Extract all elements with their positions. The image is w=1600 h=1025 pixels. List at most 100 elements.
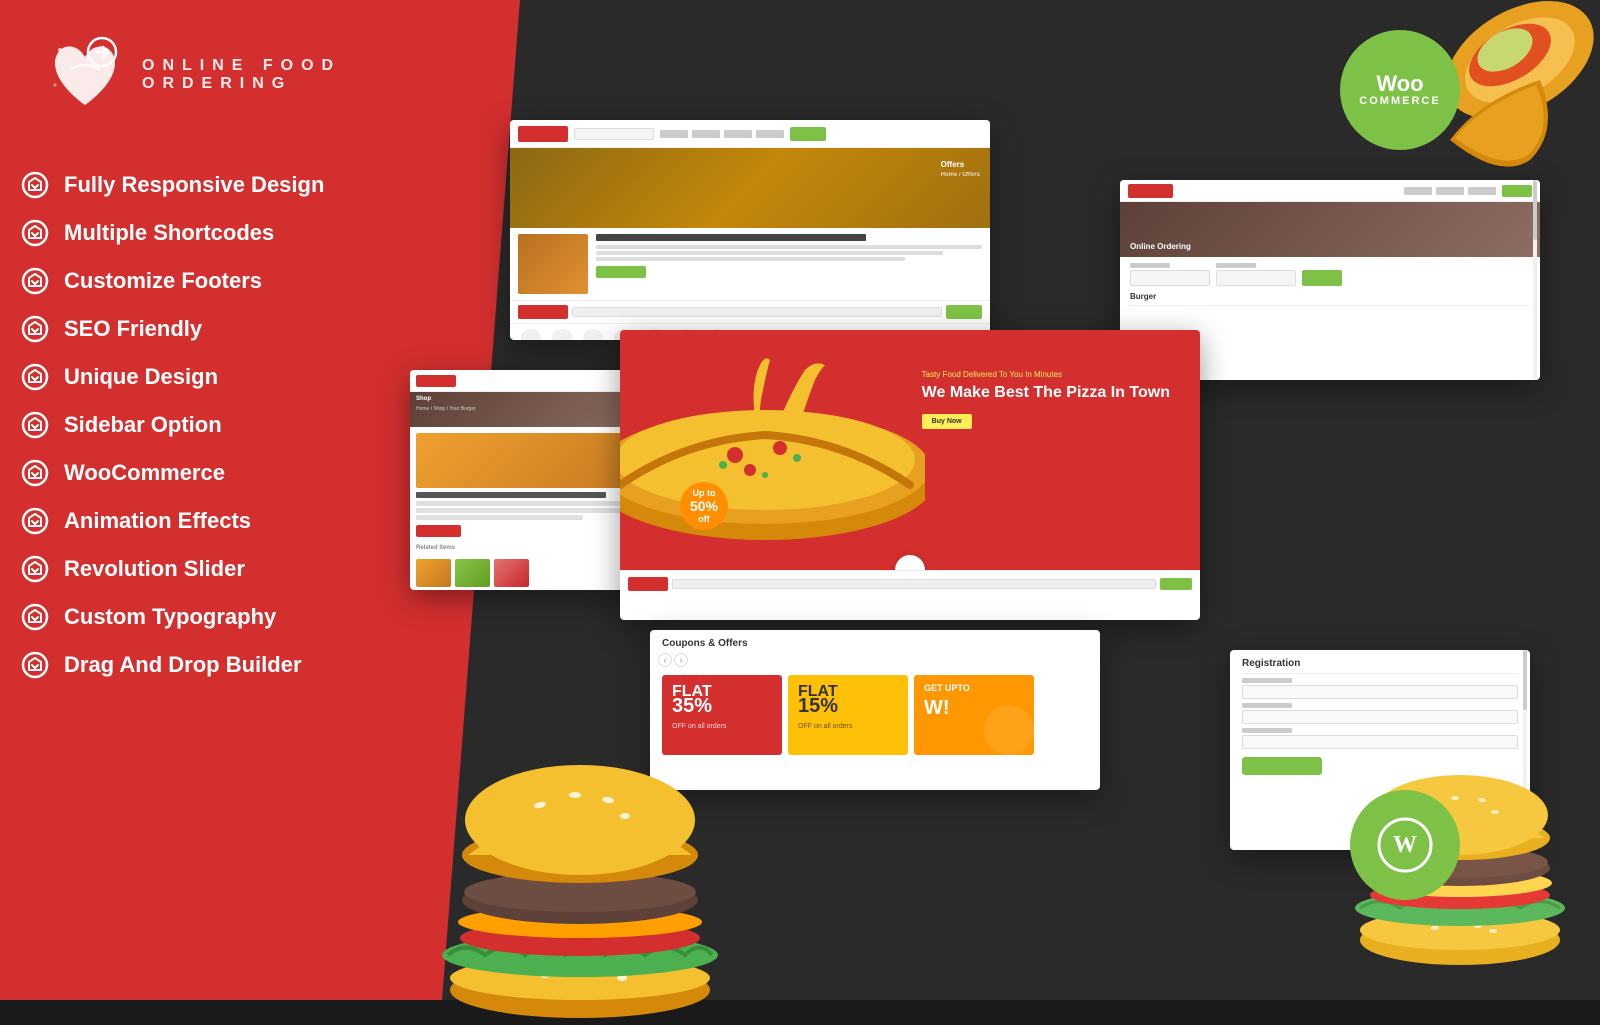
- cat-burger: [518, 329, 543, 340]
- feature-typography: Custom Typography: [20, 602, 324, 632]
- product-related: [416, 559, 654, 587]
- form-submit-btn[interactable]: [1242, 757, 1322, 775]
- woo-text-line1: Woo: [1376, 73, 1423, 95]
- coupon-3-pct: W!: [924, 697, 950, 720]
- feature-responsive: Fully Responsive Design: [20, 170, 324, 200]
- offers-nav: [510, 120, 990, 148]
- cat-fries: [549, 329, 574, 340]
- coupon-3-text: GET UPTO: [924, 683, 970, 693]
- pizza-hero-section: Tasty Food Delivered To You In Minutes W…: [620, 330, 1200, 570]
- feature-woocommerce: WooCommerce: [20, 458, 324, 488]
- builder-icon: [20, 650, 50, 680]
- form-scrollbar-thumb: [1523, 650, 1527, 710]
- offers-hero-text: OffersHome / Offers: [941, 160, 980, 178]
- coupons-pagination: ‹ ›: [650, 653, 1100, 667]
- ordering-scrollbar: [1533, 180, 1537, 380]
- product-title: [416, 492, 606, 498]
- field-input-name[interactable]: [1242, 685, 1518, 699]
- registration-title: Registration: [1230, 650, 1530, 673]
- offers-content: [510, 228, 990, 300]
- offers-food-img: [518, 234, 588, 294]
- mock-menu-btn: [790, 127, 826, 141]
- filter-label: [1216, 263, 1256, 268]
- logo-text-block: Online Food ORDERING: [142, 57, 341, 92]
- animation-icon: [20, 506, 50, 536]
- ordering-logo: [1128, 184, 1173, 198]
- feature-animation: Animation Effects: [20, 506, 324, 536]
- mockup-pizza-hero: Tasty Food Delivered To You In Minutes W…: [620, 330, 1200, 620]
- offers-text: [596, 234, 982, 294]
- feature-design: Unique Design: [20, 362, 324, 392]
- feature-label: Drag And Drop Builder: [64, 652, 302, 678]
- feature-label: Customize Footers: [64, 268, 262, 294]
- sub-logo: [518, 305, 568, 319]
- discount-text: Up to: [693, 488, 716, 498]
- form-divider: [1242, 673, 1518, 674]
- pizza-svg: [620, 340, 925, 560]
- coupons-title: Coupons & Offers: [650, 630, 1100, 653]
- wordpress-logo: W: [1375, 815, 1435, 875]
- feature-label: Multiple Shortcodes: [64, 220, 274, 246]
- add-to-cart-btn: [416, 525, 461, 537]
- nav-link: [756, 130, 784, 138]
- responsive-icon: [20, 170, 50, 200]
- ordering-filters: [1130, 263, 1530, 286]
- nav-link: [692, 130, 720, 138]
- features-list: Fully Responsive Design Multiple Shortco…: [20, 170, 324, 698]
- feature-shortcodes: Multiple Shortcodes: [20, 218, 324, 248]
- coupon-2-sub: OFF on all orders: [798, 723, 852, 730]
- svg-text:W: W: [1393, 832, 1417, 858]
- filter-name: [1130, 263, 1210, 286]
- search-btn: [1302, 270, 1342, 286]
- form-field-name: [1242, 678, 1518, 699]
- filter-label: [1130, 263, 1170, 268]
- burger-center-bottom: [430, 700, 730, 1020]
- menu-btn: [946, 305, 982, 319]
- offers-subnav: [510, 300, 990, 324]
- feature-label: Sidebar Option: [64, 412, 222, 438]
- footers-icon: [20, 266, 50, 296]
- feature-label: Animation Effects: [64, 508, 251, 534]
- coupon-3: GET UPTO W!: [914, 675, 1034, 755]
- pizza-search: [672, 579, 1156, 589]
- field-label-confirm: [1242, 728, 1292, 733]
- search-field: [572, 307, 942, 317]
- divider: [1130, 305, 1530, 306]
- related-label: Related Items: [416, 545, 654, 551]
- desc-line: [416, 508, 654, 513]
- design-icon: [20, 362, 50, 392]
- related-thumb-3: [494, 559, 529, 587]
- filter-select: [1216, 270, 1296, 286]
- pizza-discount-badge: Up to 50% off: [680, 482, 728, 530]
- ordering-hero: Online Ordering: [1120, 202, 1540, 257]
- coupon-2: FLAT 15% OFF on all orders: [788, 675, 908, 755]
- feature-seo: SEO Friendly: [20, 314, 324, 344]
- feature-label: Revolution Slider: [64, 556, 245, 582]
- pizza-bottom-nav: [620, 570, 1200, 596]
- pizza-hero-text: Tasty Food Delivered To You In Minutes W…: [922, 370, 1170, 429]
- wordpress-badge: W: [1350, 790, 1460, 900]
- feature-label: SEO Friendly: [64, 316, 202, 342]
- feature-builder: Drag And Drop Builder: [20, 650, 324, 680]
- feature-footers: Customize Footers: [20, 266, 324, 296]
- pizza-subtext: Tasty Food Delivered To You In Minutes: [922, 370, 1170, 379]
- related-thumb-2: [455, 559, 490, 587]
- mock-search-bar: [574, 128, 654, 140]
- sidebar-icon: [20, 410, 50, 440]
- coupon-2-pct: 15%: [798, 695, 838, 718]
- feature-label: Custom Typography: [64, 604, 276, 630]
- pizza-menu-btn: [1160, 578, 1192, 590]
- filter-search: [1302, 263, 1342, 286]
- product-logo: [416, 375, 456, 387]
- coupon-next[interactable]: ›: [674, 653, 688, 667]
- offers-desc-line: [596, 251, 943, 255]
- offers-desc-line: [596, 257, 905, 261]
- nav-link: [724, 130, 752, 138]
- related-thumb-1: [416, 559, 451, 587]
- burger-large-illustration: [430, 700, 730, 1020]
- shortcodes-icon: [20, 218, 50, 248]
- coupon-prev[interactable]: ‹: [658, 653, 672, 667]
- feature-sidebar: Sidebar Option: [20, 410, 324, 440]
- slider-icon: [20, 554, 50, 584]
- desc-line: [416, 515, 583, 520]
